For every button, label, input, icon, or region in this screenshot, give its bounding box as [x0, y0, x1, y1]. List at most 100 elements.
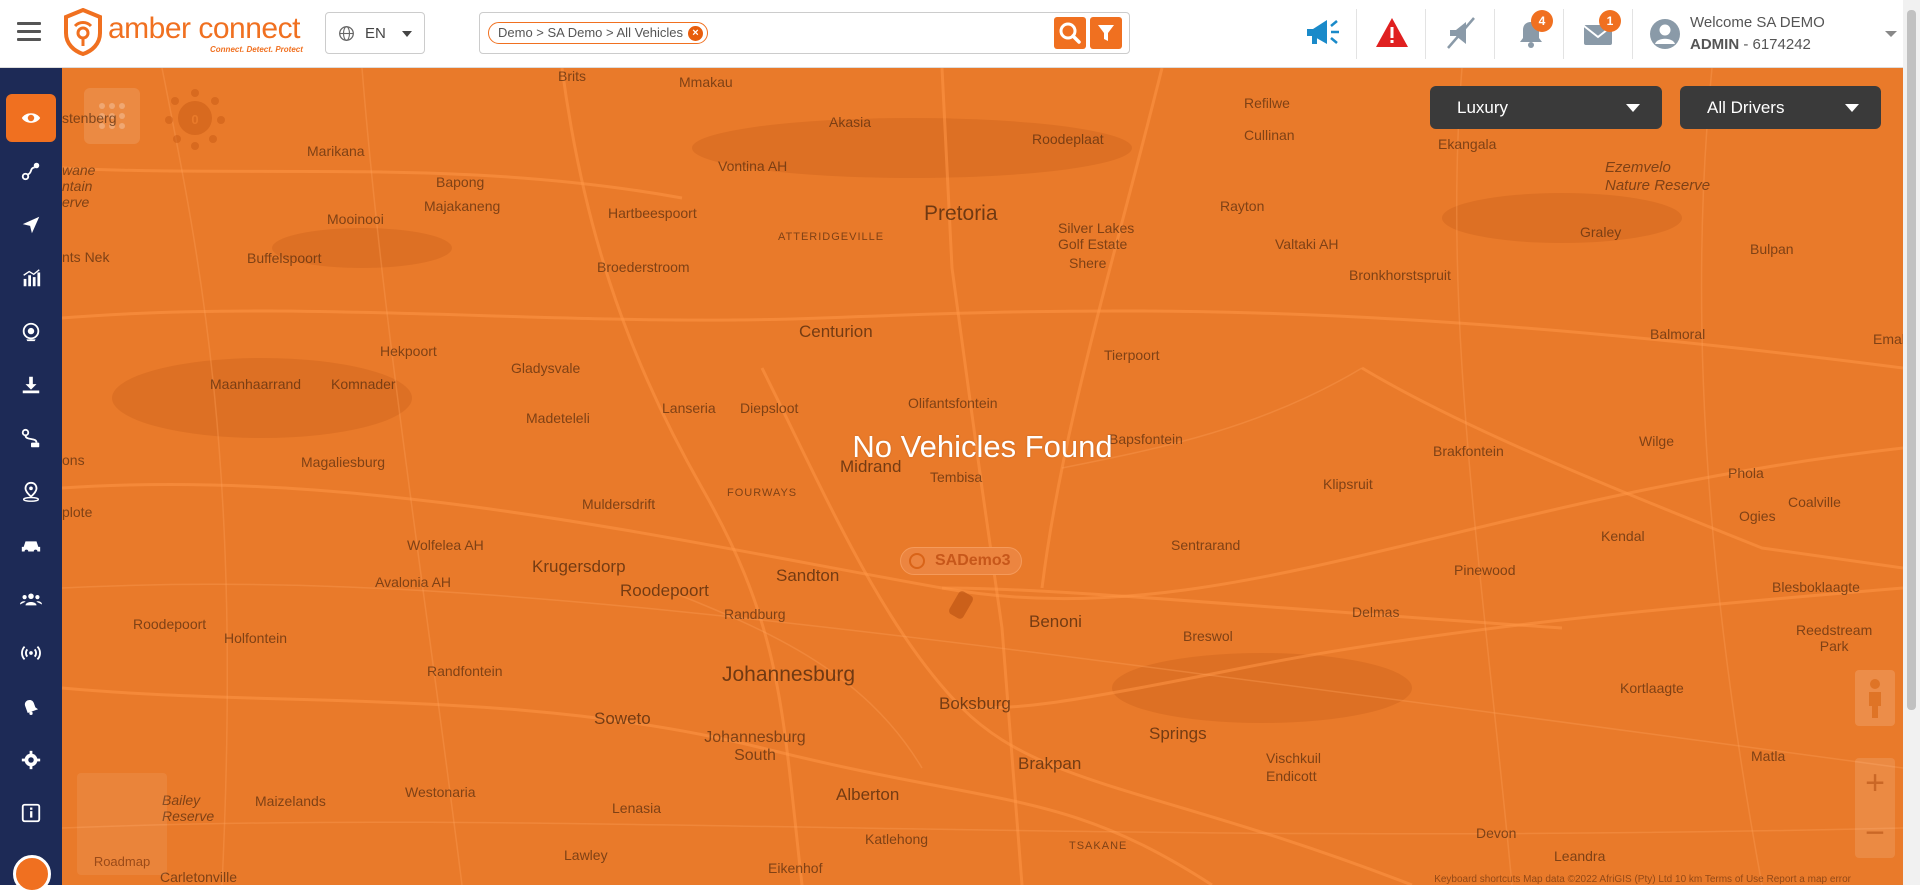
pegman-icon	[1869, 679, 1881, 718]
map-label: Hartbeespoort	[608, 205, 697, 221]
map-label: Springs	[1149, 724, 1207, 743]
download-icon	[22, 376, 40, 394]
megaphone-icon	[1307, 20, 1339, 44]
map-label: Balmoral	[1650, 326, 1706, 342]
language-select[interactable]: EN	[325, 12, 425, 54]
street-view-pegman[interactable]	[1855, 670, 1895, 726]
zoom-out-button[interactable]: −	[1855, 808, 1895, 858]
sidebar-item-geofence[interactable]	[6, 468, 56, 516]
page-scrollbar[interactable]	[1903, 0, 1920, 885]
divider	[1563, 9, 1564, 59]
map-label: Wolfelea AH	[407, 537, 484, 553]
sidebar-item-info[interactable]	[6, 789, 56, 837]
map-label: Carletonville	[160, 869, 238, 885]
sidebar-item-vehicles[interactable]	[6, 522, 56, 570]
settings-icon	[21, 750, 41, 770]
alerts-button[interactable]	[1373, 14, 1413, 54]
vehicle-marker-sademo3[interactable]: SADemo3	[900, 547, 1022, 575]
map-label: Devon	[1476, 825, 1517, 841]
map-label: Diepsloot	[740, 400, 799, 416]
vehicle-search-box[interactable]: Demo > SA Demo > All Vehicles ×	[479, 12, 1130, 54]
scrollbar-thumb[interactable]	[1907, 10, 1916, 710]
hamburger-icon[interactable]	[17, 22, 41, 42]
user-avatar-icon	[1650, 19, 1680, 49]
map-label: Eikenhof	[768, 860, 823, 876]
amber-connect-logo[interactable]: amber connect Connect. Detect. Protect	[60, 8, 315, 58]
user-menu[interactable]: Welcome SA DEMO ADMIN - 6174242	[1645, 12, 1905, 56]
sidebar-item-reports[interactable]	[6, 254, 56, 302]
chat-bubble-icon[interactable]	[13, 855, 51, 893]
cluster-count-indicator[interactable]: 0	[160, 88, 230, 158]
divider	[1632, 9, 1633, 59]
map-label: Marikana	[307, 143, 365, 159]
sidebar-item-live-view[interactable]	[6, 94, 56, 142]
sidebar-item-drivers[interactable]	[6, 575, 56, 623]
drivers-dropdown[interactable]: All Drivers	[1680, 86, 1881, 129]
map-label: Maanhaarrand	[210, 376, 302, 392]
messages-button[interactable]: 1	[1579, 10, 1621, 54]
cluster-count: 0	[191, 112, 199, 127]
top-header: amber connect Connect. Detect. Protect E…	[0, 0, 1920, 68]
sidebar-item-trips[interactable]	[6, 415, 56, 463]
map-label: plote	[62, 504, 93, 520]
info-icon	[21, 803, 41, 823]
map-label: Centurion	[799, 322, 873, 341]
map-label: Mooinooi	[327, 211, 384, 227]
map-label: FOURWAYS	[727, 487, 798, 499]
logo-tagline: Connect. Detect. Protect	[210, 45, 303, 54]
divider	[1494, 9, 1495, 59]
sidebar-item-camera[interactable]	[6, 308, 56, 356]
map-label: Reedstream Park	[1796, 622, 1873, 654]
sidebar-item-devices[interactable]	[6, 629, 56, 677]
map-label: stenberg	[62, 110, 117, 126]
search-filter-chip[interactable]: Demo > SA Demo > All Vehicles ×	[488, 22, 708, 44]
map-label: Madeteleli	[526, 410, 590, 426]
notify-icon	[24, 699, 39, 715]
empty-state-message: No Vehicles Found	[852, 429, 1113, 464]
zoom-in-button[interactable]: +	[1855, 758, 1895, 808]
map-type-toggle[interactable]: Roadmap	[77, 773, 167, 875]
map-label: nts Nek	[62, 249, 110, 265]
map-label: Silver Lakes Golf Estate	[1058, 220, 1135, 252]
search-button[interactable]	[1054, 17, 1086, 49]
map-label: Valtaki AH	[1275, 236, 1339, 252]
filter-button[interactable]	[1090, 17, 1122, 49]
sidebar-item-alerts[interactable]	[6, 682, 56, 730]
map-label: Blesboklaagte	[1772, 579, 1860, 595]
map-attribution: Keyboard shortcuts Map data ©2022 AfriGI…	[1434, 874, 1851, 885]
sidebar-item-settings[interactable]	[6, 736, 56, 784]
sidebar-item-routes[interactable]	[6, 147, 56, 195]
sidebar-item-tracking[interactable]	[6, 201, 56, 249]
map-type-label: Roadmap	[93, 854, 151, 869]
map-label: TSAKANE	[1069, 840, 1128, 852]
announcement-button[interactable]	[1303, 14, 1343, 54]
eye-icon	[21, 113, 41, 123]
map-label: Roodepoort	[620, 581, 709, 600]
map-label: Emal	[1873, 331, 1903, 347]
mute-button[interactable]	[1442, 14, 1482, 54]
map-view[interactable]: 0 Pretoria Centurion Midrand Sandton Joh…	[62, 68, 1903, 885]
map-label: Maizelands	[255, 793, 326, 809]
map-label: Sentrarand	[1171, 537, 1241, 553]
notifications-button[interactable]: 4	[1511, 10, 1553, 54]
chip-label: Demo > SA Demo > All Vehicles	[498, 25, 683, 40]
vehicle-group-dropdown[interactable]: Luxury	[1430, 86, 1662, 129]
sidebar-item-downloads[interactable]	[6, 361, 56, 409]
map-label: Randburg	[724, 606, 786, 622]
divider	[1425, 9, 1426, 59]
logo-text: amber connect	[108, 12, 300, 45]
map-label: Boksburg	[939, 694, 1011, 713]
language-value: EN	[365, 24, 386, 42]
mute-icon	[1447, 17, 1475, 49]
chart-icon	[23, 269, 41, 287]
map-label: Johannesburg South	[704, 729, 806, 764]
map-label: wane ntain erve	[62, 162, 96, 210]
map-label: Brits	[558, 68, 586, 84]
vehicle-name: SADemo3	[935, 552, 1011, 569]
globe-icon	[339, 25, 354, 41]
map-label: Refilwe	[1244, 95, 1290, 111]
map-label: Roodeplaat	[1032, 131, 1104, 147]
map-label: Ezemvelo Nature Reserve	[1605, 159, 1711, 194]
map-label: Holfontein	[224, 630, 288, 646]
remove-chip-icon[interactable]: ×	[687, 26, 703, 41]
